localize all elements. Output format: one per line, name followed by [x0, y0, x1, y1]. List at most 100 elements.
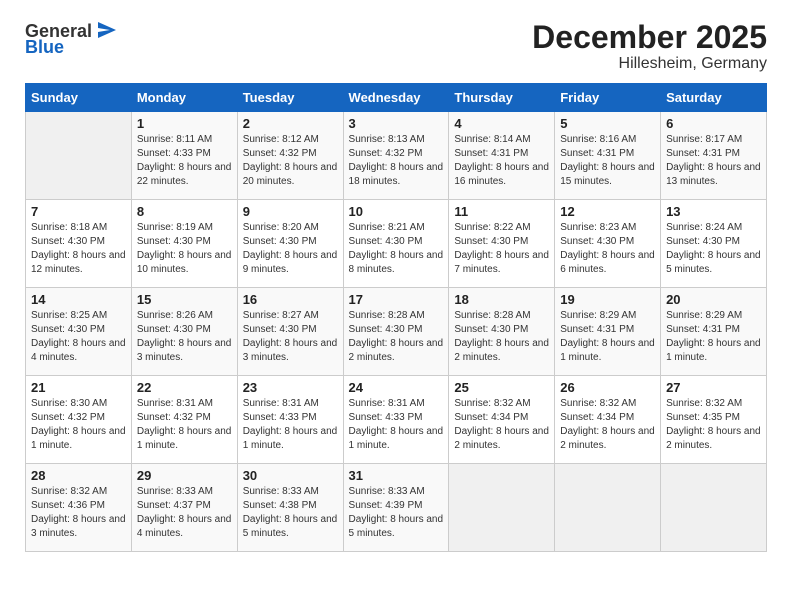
calendar-cell: 26Sunrise: 8:32 AM Sunset: 4:34 PM Dayli… [555, 376, 661, 464]
day-info: Sunrise: 8:33 AM Sunset: 4:37 PM Dayligh… [137, 485, 232, 541]
calendar-header-monday: Monday [131, 84, 237, 112]
calendar-week-row: 1Sunrise: 8:11 AM Sunset: 4:33 PM Daylig… [26, 112, 767, 200]
calendar-week-row: 21 Sunrise: 8:30 AM Sunset: 4:32 PM Dayli… [26, 376, 767, 464]
day-number: 10 [349, 204, 444, 219]
calendar-cell [555, 464, 661, 552]
day-number: 4 [454, 116, 549, 131]
day-number: 24 [349, 380, 444, 395]
calendar-cell: 31 Sunrise: 8:33 AM Sunset: 4:39 PM Dayli… [343, 464, 449, 552]
day-info: Sunrise: 8:17 AM Sunset: 4:31 PM Dayligh… [666, 133, 761, 189]
calendar-cell: 19 Sunrise: 8:29 AM Sunset: 4:31 PM Dayli… [555, 288, 661, 376]
calendar-cell [661, 464, 767, 552]
day-number: 27 [666, 380, 761, 395]
day-info: Sunrise: 8:29 AM Sunset: 4:31 PM Dayligh… [666, 309, 761, 365]
day-number: 30 [243, 468, 338, 483]
day-number: 16 [243, 292, 338, 307]
day-info: Sunrise: 8:32 AM Sunset: 4:34 PM Dayligh… [454, 397, 549, 453]
page-title: December 2025 [532, 20, 767, 55]
calendar-header-tuesday: Tuesday [237, 84, 343, 112]
day-info: Sunrise: 8:21 AM Sunset: 4:30 PM Dayligh… [349, 221, 444, 277]
day-number: 17 [349, 292, 444, 307]
calendar-cell: 6 Sunrise: 8:17 AM Sunset: 4:31 PM Daylig… [661, 112, 767, 200]
day-number: 20 [666, 292, 761, 307]
day-number: 28 [31, 468, 126, 483]
day-number: 29 [137, 468, 232, 483]
day-info: Sunrise: 8:27 AM Sunset: 4:30 PM Dayligh… [243, 309, 338, 365]
header: General Blue December 2025 Hillesheim, G… [25, 20, 767, 73]
calendar-week-row: 14Sunrise: 8:25 AM Sunset: 4:30 PM Dayli… [26, 288, 767, 376]
day-info: Sunrise: 8:18 AM Sunset: 4:30 PM Dayligh… [31, 221, 126, 277]
calendar: SundayMondayTuesdayWednesdayThursdayFrid… [25, 83, 767, 552]
day-info: Sunrise: 8:33 AM Sunset: 4:38 PM Dayligh… [243, 485, 338, 541]
calendar-cell: 28Sunrise: 8:32 AM Sunset: 4:36 PM Dayli… [26, 464, 132, 552]
logo-blue: Blue [25, 38, 64, 56]
day-number: 2 [243, 116, 338, 131]
day-info: Sunrise: 8:16 AM Sunset: 4:31 PM Dayligh… [560, 133, 655, 189]
calendar-week-row: 28Sunrise: 8:32 AM Sunset: 4:36 PM Dayli… [26, 464, 767, 552]
day-info: Sunrise: 8:28 AM Sunset: 4:30 PM Dayligh… [349, 309, 444, 365]
calendar-cell: 23 Sunrise: 8:31 AM Sunset: 4:33 PM Dayli… [237, 376, 343, 464]
day-number: 15 [137, 292, 232, 307]
calendar-cell: 29 Sunrise: 8:33 AM Sunset: 4:37 PM Dayli… [131, 464, 237, 552]
day-info: Sunrise: 8:23 AM Sunset: 4:30 PM Dayligh… [560, 221, 655, 277]
day-info: Sunrise: 8:30 AM Sunset: 4:32 PM Dayligh… [31, 397, 126, 453]
calendar-cell: 5 Sunrise: 8:16 AM Sunset: 4:31 PM Daylig… [555, 112, 661, 200]
calendar-cell [26, 112, 132, 200]
calendar-header-wednesday: Wednesday [343, 84, 449, 112]
calendar-cell: 25Sunrise: 8:32 AM Sunset: 4:34 PM Dayli… [449, 376, 555, 464]
day-number: 9 [243, 204, 338, 219]
day-info: Sunrise: 8:20 AM Sunset: 4:30 PM Dayligh… [243, 221, 338, 277]
calendar-cell: 1Sunrise: 8:11 AM Sunset: 4:33 PM Daylig… [131, 112, 237, 200]
day-info: Sunrise: 8:31 AM Sunset: 4:33 PM Dayligh… [243, 397, 338, 453]
calendar-cell: 8Sunrise: 8:19 AM Sunset: 4:30 PM Daylig… [131, 200, 237, 288]
day-info: Sunrise: 8:13 AM Sunset: 4:32 PM Dayligh… [349, 133, 444, 189]
day-info: Sunrise: 8:28 AM Sunset: 4:30 PM Dayligh… [454, 309, 549, 365]
day-number: 22 [137, 380, 232, 395]
day-info: Sunrise: 8:26 AM Sunset: 4:30 PM Dayligh… [137, 309, 232, 365]
day-number: 13 [666, 204, 761, 219]
day-number: 12 [560, 204, 655, 219]
day-number: 3 [349, 116, 444, 131]
calendar-cell: 20 Sunrise: 8:29 AM Sunset: 4:31 PM Dayli… [661, 288, 767, 376]
calendar-cell: 27 Sunrise: 8:32 AM Sunset: 4:35 PM Dayli… [661, 376, 767, 464]
calendar-header-thursday: Thursday [449, 84, 555, 112]
calendar-cell: 12 Sunrise: 8:23 AM Sunset: 4:30 PM Dayli… [555, 200, 661, 288]
calendar-header-row: SundayMondayTuesdayWednesdayThursdayFrid… [26, 84, 767, 112]
day-info: Sunrise: 8:29 AM Sunset: 4:31 PM Dayligh… [560, 309, 655, 365]
calendar-cell: 17 Sunrise: 8:28 AM Sunset: 4:30 PM Dayli… [343, 288, 449, 376]
calendar-cell: 2 Sunrise: 8:12 AM Sunset: 4:32 PM Daylig… [237, 112, 343, 200]
page: General Blue December 2025 Hillesheim, G… [0, 0, 792, 612]
day-number: 26 [560, 380, 655, 395]
calendar-header-friday: Friday [555, 84, 661, 112]
calendar-cell: 7Sunrise: 8:18 AM Sunset: 4:30 PM Daylig… [26, 200, 132, 288]
calendar-cell [449, 464, 555, 552]
day-info: Sunrise: 8:19 AM Sunset: 4:30 PM Dayligh… [137, 221, 232, 277]
calendar-cell: 11Sunrise: 8:22 AM Sunset: 4:30 PM Dayli… [449, 200, 555, 288]
logo: General Blue [25, 20, 116, 56]
calendar-header-saturday: Saturday [661, 84, 767, 112]
day-info: Sunrise: 8:22 AM Sunset: 4:30 PM Dayligh… [454, 221, 549, 277]
day-number: 31 [349, 468, 444, 483]
day-info: Sunrise: 8:14 AM Sunset: 4:31 PM Dayligh… [454, 133, 549, 189]
day-number: 19 [560, 292, 655, 307]
calendar-header-sunday: Sunday [26, 84, 132, 112]
page-subtitle: Hillesheim, Germany [532, 55, 767, 73]
calendar-week-row: 7Sunrise: 8:18 AM Sunset: 4:30 PM Daylig… [26, 200, 767, 288]
day-number: 1 [137, 116, 232, 131]
calendar-cell: 22Sunrise: 8:31 AM Sunset: 4:32 PM Dayli… [131, 376, 237, 464]
calendar-cell: 15 Sunrise: 8:26 AM Sunset: 4:30 PM Dayli… [131, 288, 237, 376]
day-info: Sunrise: 8:33 AM Sunset: 4:39 PM Dayligh… [349, 485, 444, 541]
day-number: 5 [560, 116, 655, 131]
calendar-cell: 9 Sunrise: 8:20 AM Sunset: 4:30 PM Daylig… [237, 200, 343, 288]
day-info: Sunrise: 8:32 AM Sunset: 4:35 PM Dayligh… [666, 397, 761, 453]
day-number: 6 [666, 116, 761, 131]
calendar-cell: 4 Sunrise: 8:14 AM Sunset: 4:31 PM Daylig… [449, 112, 555, 200]
logo-icon [94, 20, 116, 42]
day-number: 21 [31, 380, 126, 395]
day-info: Sunrise: 8:12 AM Sunset: 4:32 PM Dayligh… [243, 133, 338, 189]
day-info: Sunrise: 8:31 AM Sunset: 4:33 PM Dayligh… [349, 397, 444, 453]
calendar-cell: 10 Sunrise: 8:21 AM Sunset: 4:30 PM Dayli… [343, 200, 449, 288]
day-number: 23 [243, 380, 338, 395]
calendar-cell: 3 Sunrise: 8:13 AM Sunset: 4:32 PM Daylig… [343, 112, 449, 200]
day-number: 14 [31, 292, 126, 307]
